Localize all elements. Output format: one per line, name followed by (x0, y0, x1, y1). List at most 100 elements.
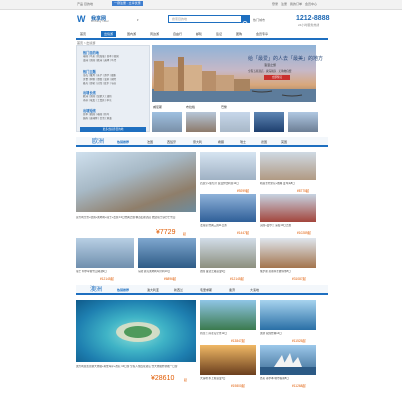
menu-links[interactable]: 南非 | 埃及 | 土耳其 | 中东 (83, 99, 145, 103)
europe-card-price: ¥10289起 (297, 231, 311, 235)
hotline-number: 1212-8888 (296, 15, 330, 22)
europe-card-image[interactable] (200, 194, 256, 222)
europe-feature-image[interactable] (76, 152, 196, 212)
europe-card-desc[interactable]: 德国 童话之路浪漫9日 (200, 270, 256, 274)
nav-item-nearby[interactable]: 周边游 (147, 31, 162, 37)
banner-thumbnail-paris[interactable] (220, 112, 250, 132)
top-utility-bar: 产品 目的地 一键注册 · 立享优惠 登录 注册 我的订单 会员中心 (0, 0, 402, 10)
menu-links[interactable]: 澳洲 | 美国 | 欧洲 | 迪拜 | 马代 (83, 59, 145, 63)
europe-card-image[interactable] (260, 194, 316, 222)
banner-book-button[interactable]: 立即预订 (264, 75, 290, 80)
oceania-tab[interactable]: 新西兰 (174, 288, 183, 292)
logo-icon[interactable]: W (77, 14, 88, 23)
oceania-tab[interactable]: 毛里求斯 (200, 288, 212, 292)
banner-thumbnail-venice[interactable] (152, 112, 182, 132)
nav-item-outbound[interactable]: 出境游 (101, 31, 117, 37)
banner-thumbnail-prague[interactable] (186, 112, 216, 132)
oceania-feature-desc[interactable]: 澳大利亚凯恩斯大堡礁+黄金海岸+悉尼 10日游 全程入住四星酒店 含大堡礁外堡礁… (76, 365, 196, 378)
oceania-card-image[interactable] (200, 345, 256, 375)
site-logo-subtitle: WoXiang Travel (91, 20, 109, 23)
menu-links[interactable]: 极光 | 游轮 | 自驾 | 徒步 | 节庆 (83, 82, 145, 86)
europe-tab[interactable]: 西班牙 (167, 140, 176, 144)
search-input[interactable]: 搜索目的地 (168, 15, 242, 23)
europe-card-price: ¥12145起 (230, 277, 244, 281)
topbar-register-link[interactable]: 注册 (281, 2, 287, 6)
europe-card-image[interactable] (200, 152, 256, 180)
oceania-tab[interactable]: 澳大利亚 (147, 288, 159, 292)
europe-tab[interactable]: 意大利 (193, 140, 202, 144)
main-nav: 首页 出境游 国内游 周边游 自由行 邮轮 签证 团购 会员专享 (76, 30, 328, 40)
oceania-tab[interactable]: 热销推荐 (117, 288, 129, 292)
oceania-card-image[interactable] (260, 300, 316, 330)
hero-banner[interactable] (152, 45, 316, 102)
europe-card-desc[interactable]: 英国+爱尔兰 深度10日之旅 (260, 224, 316, 228)
europe-card-price: ¥1447起 (237, 231, 250, 235)
europe-section-title: 欧洲 (92, 139, 105, 145)
nav-item-cruise[interactable]: 邮轮 (193, 31, 205, 37)
destination-menu: 热门目的地 泰国 | 马来 | 新加坡 | 日本 | 韩国 澳洲 | 美国 | … (76, 45, 150, 132)
nav-item-freetour[interactable]: 自由行 (170, 31, 185, 37)
europe-card-image[interactable] (260, 152, 316, 180)
europe-card-price: ¥31087起 (292, 277, 306, 281)
europe-card-desc[interactable]: 西班牙+葡萄牙 浪漫伊比利亚12日 (200, 182, 256, 186)
europe-card-price: ¥12145起 (100, 277, 114, 281)
topbar-link-destinations[interactable]: 目的地 (84, 2, 93, 6)
oceania-card-image[interactable] (260, 345, 316, 375)
europe-card-image[interactable] (76, 238, 134, 268)
menu-links[interactable]: 泰国 | 马来 | 新加坡 | 日本 | 韩国 (83, 55, 145, 59)
europe-card-desc[interactable]: 东欧 捷克奥地利匈牙利10日 (138, 270, 196, 274)
nav-item-domestic[interactable]: 国内游 (124, 31, 139, 37)
search-icon (242, 21, 249, 27)
nav-item-visa[interactable]: 签证 (213, 31, 225, 37)
europe-card-desc[interactable]: 希腊圣托里尼+雅典 爱琴海8日 (260, 182, 316, 186)
topbar-member-link[interactable]: 会员中心 (305, 2, 317, 6)
hotline-label: 24小时服务热线 (298, 23, 320, 27)
europe-tab[interactable]: 瑞士 (240, 140, 246, 144)
menu-links[interactable]: 美食 | 购物 | 滑雪 | 温泉 | 探险 (83, 78, 145, 82)
europe-card-desc[interactable]: 瑞士 阿尔卑斯雪山湖泊9日 (76, 270, 134, 274)
europe-card-image[interactable] (260, 238, 316, 268)
europe-feature-desc[interactable]: 意大利全景+德国+奥地利+瑞士+法国 13日经典之旅 精选四星酒店 赠送瑞士铁力… (76, 216, 196, 229)
europe-card-desc[interactable]: 俄罗斯 莫斯科圣彼得堡8日 (260, 270, 316, 274)
europe-tab[interactable]: 英国 (281, 140, 287, 144)
more-destinations-button[interactable]: 更多出境游目的地 (80, 127, 146, 132)
oceania-card-desc[interactable]: 新西兰 南北岛全景12日 (200, 332, 256, 336)
menu-links[interactable]: 欧洲 | 美国 | 加拿大 | 澳新 (83, 95, 145, 99)
europe-tab[interactable]: 希腊 (218, 140, 224, 144)
oceania-tab[interactable]: 大溪地 (250, 288, 259, 292)
oceania-tab[interactable]: 斐济 (229, 288, 235, 292)
europe-card-desc[interactable]: 法瑞意 经典三国11日游 (200, 224, 256, 228)
topbar-orders-link[interactable]: 我的订单 (290, 2, 302, 6)
menu-links[interactable]: 日本 | 韩国 | 泰国 | 新马 (83, 113, 145, 117)
banner-thumbnail-city[interactable] (288, 112, 318, 132)
search-placeholder: 搜索目的地 (172, 17, 188, 21)
oceania-feature-image[interactable] (76, 300, 196, 362)
nav-item-groupbuy[interactable]: 团购 (233, 31, 245, 37)
oceania-card-image[interactable] (200, 300, 256, 330)
topbar-login-link[interactable]: 登录 (272, 2, 278, 6)
oceania-card-desc[interactable]: 悉尼 墨尔本 城市假期8日 (260, 377, 316, 381)
oceania-card-desc[interactable]: 澳新 双国经典14日 (260, 332, 316, 336)
menu-links[interactable]: 海岛 | 蜜月 | 亲子 | 游学 | 摄影 (83, 74, 145, 78)
nav-item-member[interactable]: 会员专享 (253, 31, 271, 37)
banner-thumbnail-night[interactable] (254, 112, 284, 132)
thumb-label: 巴黎 (221, 105, 228, 109)
topbar-promo-badge[interactable]: 一键注册 · 立享优惠 (112, 1, 143, 6)
europe-tab[interactable]: 法国 (147, 140, 153, 144)
nav-item-home[interactable]: 首页 (77, 31, 89, 37)
opera-house-image (260, 353, 316, 375)
oceania-card-price: ¥11268起 (292, 384, 306, 388)
city-selector[interactable]: ▾ (137, 18, 139, 22)
europe-card-image[interactable] (200, 238, 256, 268)
oceania-card-desc[interactable]: 大溪地 水上屋浪漫7日 (200, 377, 256, 381)
europe-card-price: ¥6896起 (164, 277, 177, 281)
thumb-label: 威尼斯 (153, 105, 163, 109)
europe-card-image[interactable] (138, 238, 196, 268)
search-button[interactable] (241, 15, 250, 27)
search-filter-dropdown[interactable]: 热门城市 (253, 18, 265, 22)
europe-tab[interactable]: 德国 (261, 140, 267, 144)
banner-subtitle: 浪漫之旅 (264, 63, 277, 67)
topbar-link-products[interactable]: 产品 (77, 2, 83, 6)
menu-links[interactable]: 越南 | 柬埔寨 | 台湾 | 港澳 (83, 117, 145, 121)
europe-tab[interactable]: 热销推荐 (117, 140, 129, 144)
